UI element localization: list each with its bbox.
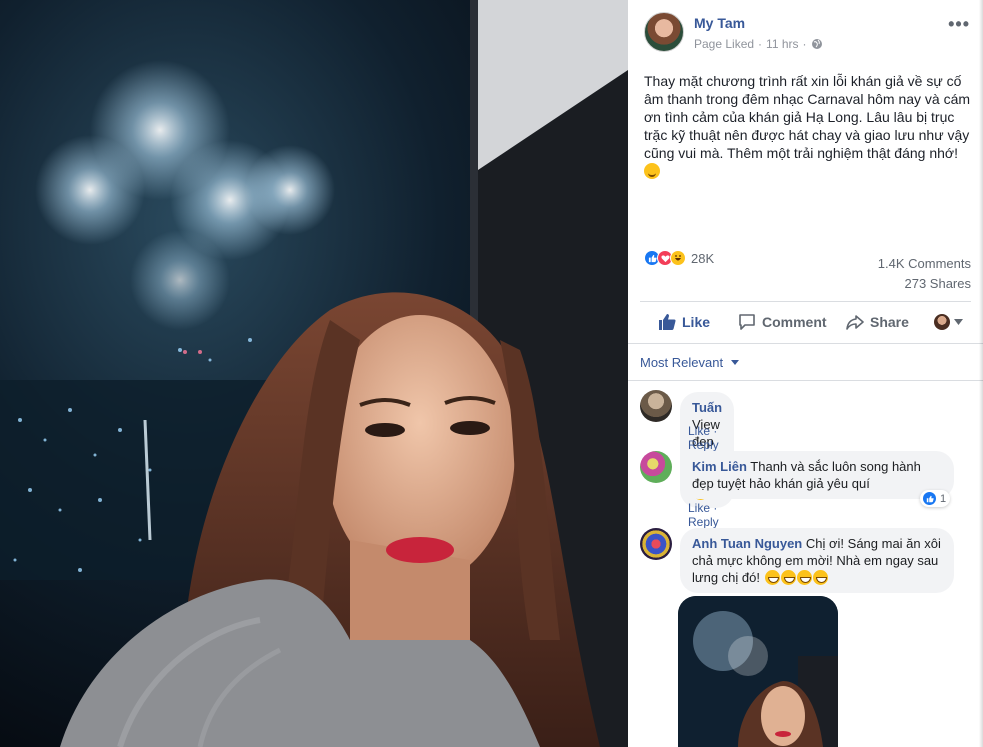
thumbs-up-icon	[659, 314, 676, 330]
user-avatar	[934, 314, 950, 330]
post-timestamp[interactable]: 11 hrs	[766, 37, 798, 51]
share-button[interactable]: Share	[846, 313, 909, 331]
shares-count[interactable]: 273 Shares	[878, 274, 972, 294]
grinning-emoji-icon	[812, 570, 828, 585]
page-liked-status: Page Liked	[694, 37, 755, 51]
reaction-count: 28K	[691, 250, 715, 266]
photo-illustration	[0, 0, 628, 747]
post-photo[interactable]	[0, 0, 628, 747]
comment-text: Thanh và sắc luôn song hành	[750, 459, 921, 474]
smiling-emoji-icon	[644, 163, 660, 179]
like-label: Like	[682, 314, 711, 330]
reactions-summary[interactable]: 28K	[644, 250, 714, 266]
comment-like-count: 1	[940, 492, 947, 505]
post-meta: Page Liked · 11 hrs ·	[694, 37, 823, 51]
speech-bubble-icon	[739, 314, 755, 330]
audience-selector[interactable]	[934, 314, 963, 330]
sort-label: Most Relevant	[640, 355, 724, 370]
post-actions: Like Comment Share	[628, 306, 983, 338]
commenter-name[interactable]: Kim Liên	[692, 459, 747, 474]
post-text: Thay mặt chương trình rất xin lỗi khán g…	[644, 72, 974, 180]
comment-bubble: Kim Liên Thanh và sắc luôn song hành đẹp…	[680, 451, 954, 499]
panel-edge-shadow	[979, 0, 983, 747]
like-reaction-icon	[922, 491, 937, 506]
grinning-emoji-icon	[764, 570, 780, 585]
comment-text: chả mực không em mời! Nhà em ngay sau	[692, 553, 939, 568]
post-body: Thay mặt chương trình rất xin lỗi khán g…	[644, 73, 971, 161]
share-arrow-icon	[846, 315, 864, 330]
commenter-avatar[interactable]	[640, 451, 672, 483]
commenter-name[interactable]: Anh Tuan Nguyen	[692, 536, 802, 551]
comment-text: Chị ơi! Sáng mai ăn xôi	[805, 536, 941, 551]
comment-text: lưng chị đó!	[692, 570, 760, 585]
comment-like-link[interactable]: Like	[688, 424, 710, 438]
comment-button[interactable]: Comment	[738, 313, 827, 331]
share-label: Share	[870, 314, 909, 330]
comment-text: đẹp tuyệt hảo khán giả yêu quí	[692, 476, 870, 491]
post-stats: 1.4K Comments 273 Shares	[878, 254, 971, 294]
comment-reply-link[interactable]: Reply	[688, 515, 719, 529]
comment-sort-bar: Most Relevant	[628, 343, 983, 381]
author-avatar[interactable]	[644, 12, 684, 52]
divider	[640, 301, 971, 302]
grinning-emoji-icon	[780, 570, 796, 585]
meta-separator: ·	[802, 37, 807, 51]
post-panel: My Tam Page Liked · 11 hrs · ••• Thay mặ…	[628, 0, 983, 747]
attachment-illustration	[678, 596, 838, 747]
grinning-emoji-icon	[796, 570, 812, 585]
comments-count[interactable]: 1.4K Comments	[878, 254, 971, 274]
commenter-avatar[interactable]	[640, 528, 672, 560]
more-options-icon[interactable]: •••	[948, 14, 970, 35]
post-header: My Tam Page Liked · 11 hrs · •••	[628, 0, 983, 62]
commenter-name[interactable]: Tuấn	[692, 400, 722, 415]
globe-icon[interactable]	[811, 38, 823, 50]
caret-down-icon	[730, 360, 739, 365]
comment-reaction-badge[interactable]: 1	[920, 490, 951, 507]
comment-attachment-image[interactable]	[678, 596, 838, 747]
author-name[interactable]: My Tam	[694, 15, 745, 31]
comment-bubble: Anh Tuan Nguyen Chị ơi! Sáng mai ăn xôi …	[680, 528, 954, 593]
caret-down-icon	[954, 319, 963, 325]
meta-separator: ·	[758, 37, 763, 51]
commenter-avatar[interactable]	[640, 390, 672, 422]
like-button[interactable]: Like	[658, 313, 710, 331]
comment-sort-dropdown[interactable]: Most Relevant	[640, 355, 739, 370]
comment-reply-link[interactable]: Reply	[688, 438, 719, 452]
haha-reaction-icon	[670, 250, 686, 266]
comment-like-link[interactable]: Like	[688, 501, 710, 515]
comment-label: Comment	[762, 314, 827, 330]
